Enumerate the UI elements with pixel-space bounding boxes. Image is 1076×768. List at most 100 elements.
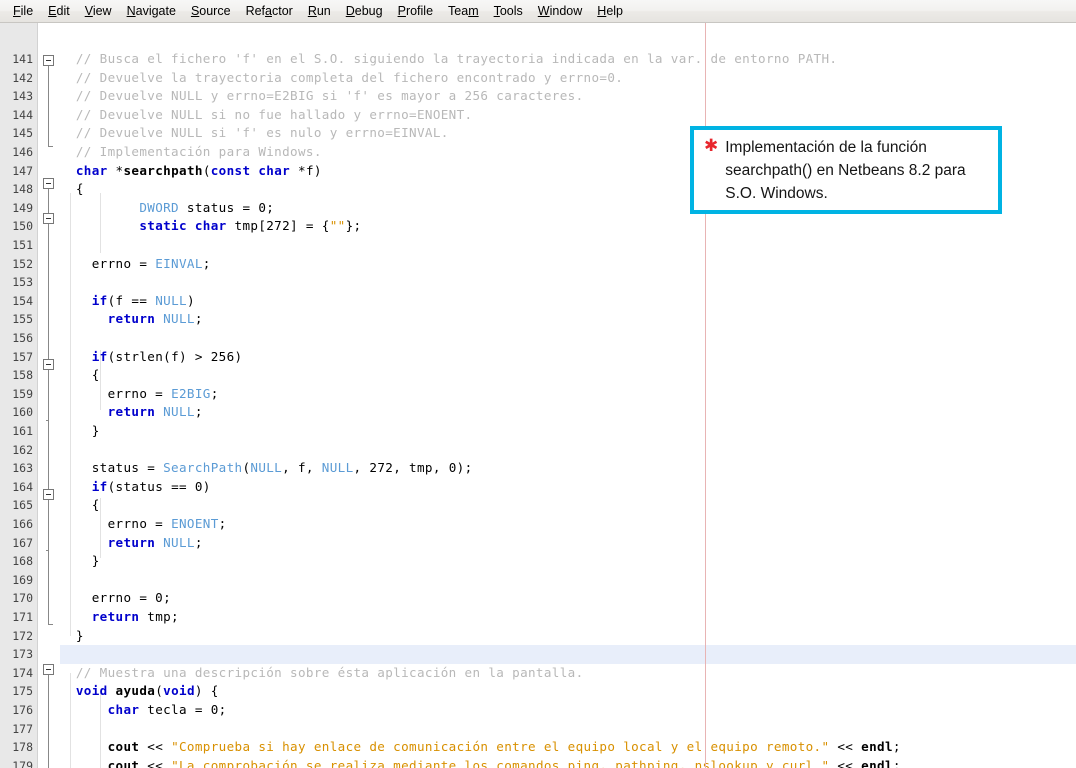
menu-item-refactor[interactable]: Refactor [239,2,301,21]
identifier-token: endl [861,757,893,768]
code-text: return NULL; [107,311,203,327]
code-line-161[interactable]: 161 } [0,422,1076,441]
line-number: 171 [12,610,33,624]
menu-item-debug[interactable]: Debug [339,2,391,21]
comment: // Devuelve la trayectoria completa del … [75,69,624,85]
line-number: 177 [12,721,33,736]
menu-item-profile[interactable]: Profile [391,2,441,21]
code-line-141[interactable]: 141 // Busca el fichero 'f' en el S.O. s… [0,50,1076,69]
code-line-159[interactable]: 159 errno = E2BIG; [0,385,1076,404]
code-line-155[interactable]: 155 return NULL; [0,310,1076,329]
line-number: 154 [12,293,33,308]
constant-token: DWORD [139,199,179,215]
code-text: if(f == NULL) [91,292,195,308]
code-line-153[interactable]: 153 [0,273,1076,292]
code-line-165[interactable]: 165 { [0,496,1076,515]
keyword-token: if [91,292,108,308]
code-line-178[interactable]: 178 cout << "Comprueba si hay enlace de … [0,738,1076,757]
code-line-157[interactable]: 157 if(strlen(f) > 256) [0,348,1076,367]
code-text: } [60,627,84,643]
line-number: 174 [12,665,33,680]
line-number: 155 [12,312,33,327]
code-line-162[interactable]: 162 [0,441,1076,460]
code-line-177[interactable]: 177 [0,720,1076,739]
keyword-token: const [210,162,251,178]
code-line-175[interactable]: 175 void ayuda(void) { [0,682,1076,701]
line-number: 166 [12,517,33,531]
identifier-token: cout [107,757,140,768]
code-line-156[interactable]: 156 [0,329,1076,348]
code-line-173[interactable]: 173 [0,645,1076,664]
line-number: 162 [12,442,33,457]
code-line-168[interactable]: 168 } [0,552,1076,571]
fold-range-end [46,420,49,421]
code-line-150[interactable]: 150 static char tmp[272] = {""}; [0,217,1076,236]
line-number: 146 [12,145,33,159]
fold-range-line [48,370,49,420]
menu-item-view[interactable]: View [78,2,120,21]
line-number: 160 [12,405,33,420]
code-text: cout << "La comprobación se realiza medi… [60,757,901,768]
code-line-166[interactable]: 166 errno = ENOENT; [0,515,1076,534]
menu-mnemonic: m [468,3,479,18]
code-line-172[interactable]: 172 } [0,627,1076,646]
code-line-174[interactable]: 174 // Muestra una descripción sobre ést… [0,664,1076,683]
code-text: status = SearchPath(NULL, f, NULL, 272, … [60,460,473,476]
menu-item-window[interactable]: Window [531,2,590,21]
code-line-171[interactable]: 171 return tmp; [0,608,1076,627]
code-line-152[interactable]: 152 errno = EINVAL; [0,255,1076,274]
code-text: errno = 0; [60,590,172,606]
constant-token: ENOENT [171,516,219,531]
fold-toggle-141[interactable] [43,55,54,66]
menu-item-team[interactable]: Team [441,2,487,21]
identifier-token: endl [861,739,893,755]
fold-toggle-165[interactable] [43,489,54,500]
keyword-token: return [91,609,140,624]
line-number: 144 [12,107,33,122]
code-line-163[interactable]: 163 status = SearchPath(NULL, f, NULL, 2… [0,459,1076,478]
code-line-151[interactable]: 151 [0,236,1076,255]
menu-item-edit[interactable]: Edit [41,2,78,21]
code-text: // Devuelve la trayectoria completa del … [60,69,623,88]
code-line-160[interactable]: 160 return NULL; [0,403,1076,422]
identifier-token: ayuda [115,683,156,699]
code-line-169[interactable]: 169 [0,571,1076,590]
code-text: void ayuda(void) { [75,683,219,699]
code-line-179[interactable]: 179 cout << "La comprobación se realiza … [0,757,1076,768]
fold-toggle-175[interactable] [43,664,54,675]
code-line-167[interactable]: 167 return NULL; [0,534,1076,553]
constant-token: E2BIG [171,385,211,401]
code-text: // Muestra una descripción sobre ésta ap… [60,664,584,683]
line-number: 147 [12,163,33,178]
code-line-164[interactable]: 164 if(status == 0) [0,478,1076,497]
code-text: errno = ENOENT; [60,516,227,531]
asterisk-icon: ✱ [704,136,719,156]
line-number: 176 [12,703,33,717]
code-line-170[interactable]: 170 errno = 0; [0,589,1076,608]
comment: // Devuelve NULL si 'f' es nulo y errno=… [75,125,449,141]
comment: // Devuelve NULL y errno=E2BIG si 'f' es… [75,88,584,104]
fold-toggle-150[interactable] [43,213,54,224]
fold-toggle-148[interactable] [43,178,54,189]
keyword-token: char [75,162,108,178]
identifier-token: searchpath [123,162,203,178]
constant-token: EINVAL [155,255,203,271]
code-line-142[interactable]: 142 // Devuelve la trayectoria completa … [0,69,1076,88]
line-number: 175 [12,684,33,699]
menu-item-tools[interactable]: Tools [487,2,531,21]
menu-item-run[interactable]: Run [301,2,339,21]
menu-item-file[interactable]: File [6,2,41,21]
code-line-143[interactable]: 143 // Devuelve NULL y errno=E2BIG si 'f… [0,87,1076,106]
code-line-176[interactable]: 176 char tecla = 0; [0,701,1076,720]
code-line-144[interactable]: 144 // Devuelve NULL si no fue hallado y… [0,106,1076,125]
code-line-154[interactable]: 154 if(f == NULL) [0,292,1076,311]
menu-item-help[interactable]: Help [590,2,631,21]
code-text: errno = EINVAL; [60,255,211,271]
menu-item-navigate[interactable]: Navigate [120,2,184,21]
code-text: return NULL; [107,534,203,550]
menu-item-source[interactable]: Source [184,2,239,21]
code-line-158[interactable]: 158 { [0,366,1076,385]
fold-toggle-158[interactable] [43,359,54,370]
line-number: 153 [12,275,33,290]
comment: // Busca el fichero 'f' en el S.O. sigui… [75,51,838,66]
